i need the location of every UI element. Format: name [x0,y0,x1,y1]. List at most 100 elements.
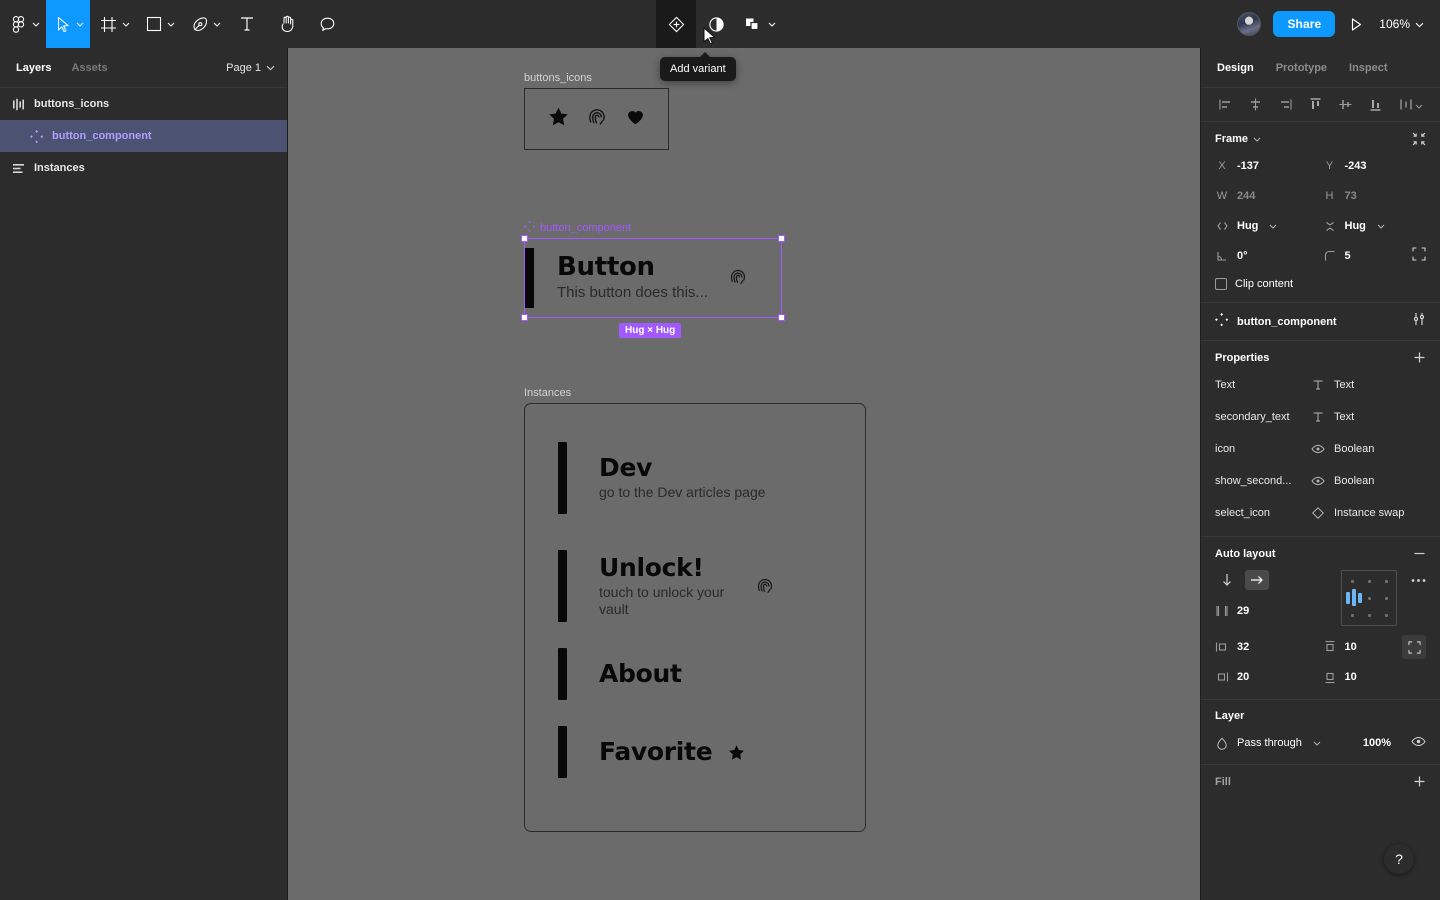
sidebar-item-instances[interactable]: Instances [0,152,287,184]
property-row-icon[interactable]: icon Boolean [1215,438,1426,460]
buttons-icons-frame[interactable] [524,88,669,150]
align-vertical-center-icon[interactable] [1336,95,1356,115]
heart-icon[interactable] [625,106,646,132]
page-selector[interactable]: Page 1 [226,62,275,74]
tab-design[interactable]: Design [1217,62,1254,74]
chevron-down-icon[interactable] [768,22,776,27]
collapse-to-fit-icon[interactable] [1412,132,1426,146]
padding-right-field[interactable]: 20 [1215,667,1319,687]
frame-label-buttons-icons[interactable]: buttons_icons [524,72,592,84]
padding-right-icon [1215,671,1229,683]
width-field[interactable]: W 244 [1215,186,1319,206]
chevron-down-icon[interactable] [32,22,40,27]
selection-box[interactable] [521,235,785,321]
resize-handle-top-right[interactable] [778,235,785,242]
resize-handle-bottom-right[interactable] [778,314,785,321]
help-button[interactable]: ? [1384,844,1414,874]
chevron-down-icon[interactable] [1313,741,1321,746]
tab-assets[interactable]: Assets [71,62,107,74]
y-position-field[interactable]: Y -243 [1323,156,1427,176]
plus-icon[interactable] [1413,775,1426,788]
more-options-icon[interactable] [1411,570,1426,590]
tune-sliders-icon[interactable] [1412,312,1426,331]
zoom-level-selector[interactable]: 106% [1377,15,1426,33]
align-bottom-icon[interactable] [1366,95,1386,115]
plus-icon[interactable] [1413,351,1426,364]
clip-content-checkbox[interactable] [1215,278,1227,290]
comment-tool-icon[interactable] [307,0,347,48]
align-top-icon[interactable] [1305,95,1325,115]
arrow-down-icon[interactable] [1215,570,1239,590]
corner-radius-field[interactable]: 5 [1323,246,1427,266]
pen-tool-icon[interactable] [181,0,227,48]
rotation-field[interactable]: 0° [1215,246,1319,266]
tab-layers[interactable]: Layers [16,62,51,74]
align-left-icon[interactable] [1215,95,1235,115]
independent-corners-icon[interactable] [1412,246,1426,266]
minus-icon[interactable] [1413,547,1426,560]
component-canvas-label-text: button_component [540,222,632,234]
frame-tool-icon[interactable] [90,0,136,48]
boolean-groups-icon[interactable] [736,0,784,48]
sidebar-item-button-component[interactable]: button_component [0,120,287,152]
chevron-down-icon[interactable] [76,22,84,27]
property-row-secondary-text[interactable]: secondary_text Text [1215,406,1426,428]
alignment-grid[interactable] [1341,570,1397,626]
fingerprint-icon[interactable] [755,576,775,596]
advanced-layout-icon[interactable] [1402,635,1426,659]
list-item[interactable]: Unlock! touch to unlock your vault [525,550,865,622]
component-canvas-label[interactable]: button_component [524,221,631,235]
add-variant-icon[interactable] [656,0,696,48]
x-position-field[interactable]: X -137 [1215,156,1319,176]
top-toolbar: Share 106% [0,0,1440,48]
align-horizontal-center-icon[interactable] [1245,95,1265,115]
property-row-text[interactable]: Text Text [1215,374,1426,396]
auto-layout-controls: 29 [1215,570,1327,626]
frame-section-title[interactable]: Frame [1215,133,1261,145]
vertical-resizing-field[interactable]: Hug [1323,216,1427,236]
component-icon [524,221,536,235]
hand-tool-icon[interactable] [267,0,307,48]
fingerprint-icon[interactable] [586,106,608,133]
chevron-down-icon[interactable] [213,22,221,27]
frame-label-instances[interactable]: Instances [524,387,571,399]
star-icon[interactable] [728,744,745,761]
present-icon[interactable] [1347,17,1365,32]
star-icon[interactable] [548,106,569,132]
tab-prototype[interactable]: Prototype [1276,62,1327,74]
resize-handle-bottom-left[interactable] [521,314,528,321]
gap-field[interactable]: 29 [1215,601,1327,621]
list-item[interactable]: Favorite [525,726,865,778]
eye-icon[interactable] [1411,734,1426,752]
align-right-icon[interactable] [1275,95,1295,115]
list-item[interactable]: About [525,648,865,700]
arrow-right-icon[interactable] [1245,570,1269,590]
property-row-show-secondary[interactable]: show_second... Boolean [1215,470,1426,492]
component-header[interactable]: button_component [1201,303,1440,341]
instances-frame[interactable]: Dev go to the Dev articles page Unlock! … [524,403,866,832]
padding-bottom-field[interactable]: 10 [1323,667,1427,687]
horizontal-resizing-field[interactable]: Hug [1215,216,1319,236]
padding-top-field[interactable]: 10 [1323,635,1426,659]
resize-handle-top-left[interactable] [521,235,528,242]
height-field[interactable]: H 73 [1323,186,1427,206]
share-button[interactable]: Share [1273,11,1336,37]
sidebar-item-buttons-icons[interactable]: buttons_icons [0,88,287,120]
chevron-down-icon[interactable] [167,22,175,27]
tab-inspect[interactable]: Inspect [1349,62,1388,74]
figma-logo-icon[interactable] [0,0,46,48]
blend-mode-value[interactable]: Pass through [1237,737,1302,749]
list-item[interactable]: Dev go to the Dev articles page [525,442,865,514]
avatar[interactable] [1237,12,1262,36]
clip-content-row[interactable]: Clip content [1215,278,1426,290]
canvas[interactable]: buttons_icons button_component Button Th… [288,48,1200,900]
shape-tool-icon[interactable] [136,0,181,48]
padding-horizontal-field[interactable]: 32 [1215,637,1319,657]
chevron-down-icon[interactable] [122,22,130,27]
y-value: -243 [1344,160,1367,172]
opacity-value[interactable]: 100% [1363,737,1391,749]
distribute-icon[interactable] [1396,95,1426,115]
text-tool-icon[interactable] [227,0,267,48]
property-row-select-icon[interactable]: select_icon Instance swap [1215,502,1426,524]
move-tool-icon[interactable] [46,0,90,48]
